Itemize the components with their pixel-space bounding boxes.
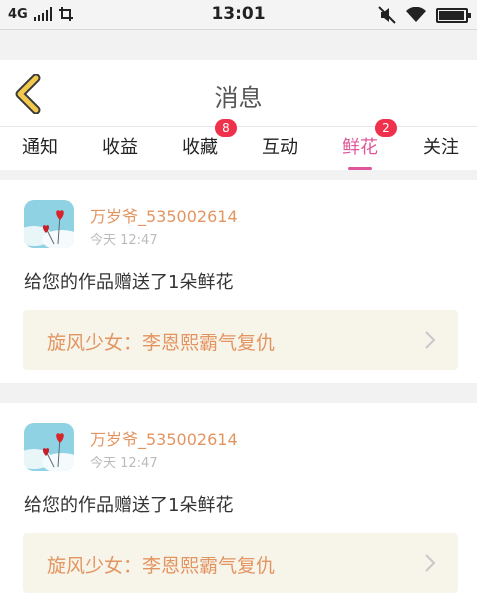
chevron-right-icon — [425, 554, 436, 572]
header-spacer — [0, 30, 477, 60]
tab-label: 收益 — [102, 137, 138, 158]
work-title: 旋风少女：李恩熙霸气复仇 — [47, 555, 276, 577]
message-text: 给您的作品赠送了1朵鲜花 — [24, 495, 234, 516]
chevron-right-icon — [425, 331, 436, 349]
heart-balloon-avatar-icon — [24, 200, 74, 248]
battery-icon — [436, 7, 471, 23]
status-right — [378, 6, 471, 24]
avatar[interactable] — [24, 423, 74, 471]
status-bar: 4G 13:01 — [0, 0, 477, 30]
tab-badge: 8 — [215, 119, 237, 137]
message-time: 今天 12:47 — [90, 233, 158, 248]
tab-interactions[interactable]: 互动 — [250, 127, 310, 171]
tab-label: 关注 — [423, 137, 459, 158]
page-title: 消息 — [214, 84, 263, 112]
heart-balloon-avatar-icon — [24, 423, 74, 471]
tab-label: 互动 — [262, 137, 298, 158]
message-text: 给您的作品赠送了1朵鲜花 — [24, 272, 234, 293]
mute-icon — [378, 6, 396, 24]
tab-flowers[interactable]: 鲜花 2 — [330, 119, 397, 171]
battery-level — [439, 10, 464, 20]
tab-label: 通知 — [22, 137, 58, 158]
wifi-icon — [406, 7, 426, 22]
active-tab-indicator — [348, 167, 372, 170]
tab-earnings[interactable]: 收益 — [90, 127, 150, 171]
tab-favorites[interactable]: 收藏 8 — [170, 119, 237, 171]
sender-name[interactable]: 万岁爷_535002614 — [90, 426, 238, 450]
sender-name[interactable]: 万岁爷_535002614 — [90, 203, 238, 227]
tab-notifications[interactable]: 通知 — [10, 127, 70, 171]
message-card: 万岁爷_535002614 今天 12:47 给您的作品赠送了1朵鲜花 旋风少女… — [0, 180, 477, 383]
message-card: 万岁爷_535002614 今天 12:47 给您的作品赠送了1朵鲜花 旋风少女… — [0, 403, 477, 611]
tab-badge: 2 — [375, 119, 397, 137]
work-link[interactable]: 旋风少女：李恩熙霸气复仇 — [23, 310, 458, 370]
header: 消息 — [0, 60, 477, 126]
tab-bar: 通知 收益 收藏 8 互动 鲜花 2 关注 — [0, 119, 477, 171]
avatar[interactable] — [24, 200, 74, 248]
message-time: 今天 12:47 — [90, 456, 158, 471]
work-title: 旋风少女：李恩熙霸气复仇 — [47, 332, 276, 354]
work-link[interactable]: 旋风少女：李恩熙霸气复仇 — [23, 533, 458, 593]
tab-following[interactable]: 关注 — [411, 127, 471, 171]
